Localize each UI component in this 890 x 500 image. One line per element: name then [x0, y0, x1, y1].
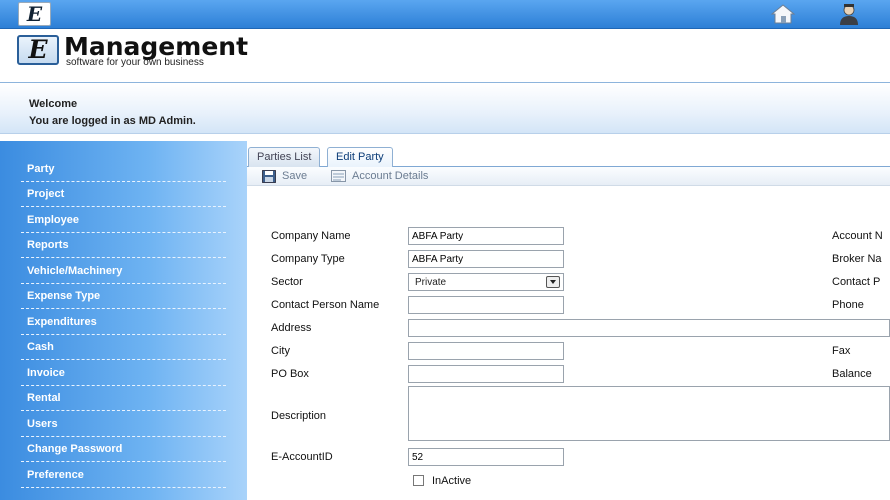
- user-icon[interactable]: [836, 2, 862, 26]
- top-bar: E: [0, 0, 890, 29]
- city-input[interactable]: [408, 342, 564, 360]
- app-logo-small[interactable]: E: [18, 2, 51, 26]
- phone-label: Phone: [832, 299, 864, 311]
- inactive-label: InActive: [432, 475, 472, 487]
- sidebar-item-employee[interactable]: Employee: [21, 208, 226, 233]
- contact-person-name-input[interactable]: [408, 296, 564, 314]
- company-type-label: Company Type: [271, 253, 345, 265]
- company-name-input[interactable]: [408, 227, 564, 245]
- po-box-label: PO Box: [271, 368, 309, 380]
- sidebar-item-project[interactable]: Project: [21, 182, 226, 207]
- sidebar-item-invoice[interactable]: Invoice: [21, 361, 226, 386]
- company-name-label: Company Name: [271, 230, 351, 242]
- account-details-label: Account Details: [352, 170, 429, 182]
- sidebar-item-change-password[interactable]: Change Password: [21, 437, 226, 462]
- city-label: City: [271, 345, 290, 357]
- tab-parties-list[interactable]: Parties List: [248, 147, 321, 167]
- description-label: Description: [271, 410, 327, 422]
- sidebar-item-preference[interactable]: Preference: [21, 463, 226, 488]
- sidebar-item-reports[interactable]: Reports: [21, 233, 226, 258]
- e-account-id-input[interactable]: [408, 448, 564, 466]
- home-icon[interactable]: [770, 3, 796, 25]
- brand-logo: E: [17, 35, 59, 65]
- sidebar-item-expense-type[interactable]: Expense Type: [21, 284, 226, 309]
- e-account-id-label: E-AccountID: [271, 451, 333, 463]
- sidebar-item-expenditures[interactable]: Expenditures: [21, 310, 226, 335]
- company-type-input[interactable]: [408, 250, 564, 268]
- header: E Management software for your own busin…: [0, 29, 890, 83]
- account-details-icon: [331, 170, 346, 182]
- sidebar-item-users[interactable]: Users: [21, 412, 226, 437]
- brand-tagline: software for your own business: [66, 57, 204, 68]
- address-input[interactable]: [408, 319, 890, 337]
- save-button[interactable]: Save: [262, 168, 307, 185]
- address-label: Address: [271, 322, 312, 334]
- welcome-title: Welcome: [29, 98, 78, 110]
- description-textarea[interactable]: [408, 386, 890, 441]
- contact-p-label: Contact P: [832, 276, 881, 288]
- sidebar: Party Project Employee Reports Vehicle/M…: [0, 141, 247, 500]
- sidebar-item-cash[interactable]: Cash: [21, 335, 226, 360]
- sector-select[interactable]: Private: [408, 273, 564, 291]
- fax-label: Fax: [832, 345, 851, 357]
- sector-dropdown-arrow[interactable]: [546, 276, 560, 288]
- save-label: Save: [282, 170, 308, 182]
- tab-edit-party[interactable]: Edit Party: [327, 147, 393, 168]
- sector-selected-value: Private: [415, 277, 447, 288]
- inactive-checkbox[interactable]: [413, 475, 424, 486]
- logged-in-message: You are logged in as MD Admin.: [29, 115, 196, 127]
- account-no-label: Account N: [832, 230, 883, 242]
- toolbar: Save Account Details: [247, 167, 890, 186]
- sidebar-item-party[interactable]: Party: [21, 157, 226, 182]
- sector-label: Sector: [271, 276, 303, 288]
- account-details-button[interactable]: Account Details: [331, 168, 428, 185]
- welcome-panel: Welcome You are logged in as MD Admin.: [0, 84, 890, 134]
- broker-name-label: Broker Na: [832, 253, 882, 265]
- balance-label: Balance: [832, 368, 872, 380]
- po-box-input[interactable]: [408, 365, 564, 383]
- sidebar-item-vehicle-machinery[interactable]: Vehicle/Machinery: [21, 259, 226, 284]
- contact-person-name-label: Contact Person Name: [271, 299, 380, 311]
- tab-bar: Parties List Edit Party: [247, 145, 890, 168]
- sidebar-item-rental[interactable]: Rental: [21, 386, 226, 411]
- save-icon: [262, 169, 276, 183]
- chevron-down-icon: [550, 280, 556, 284]
- edit-party-form: Company Name Company Type Sector Contact…: [247, 186, 890, 500]
